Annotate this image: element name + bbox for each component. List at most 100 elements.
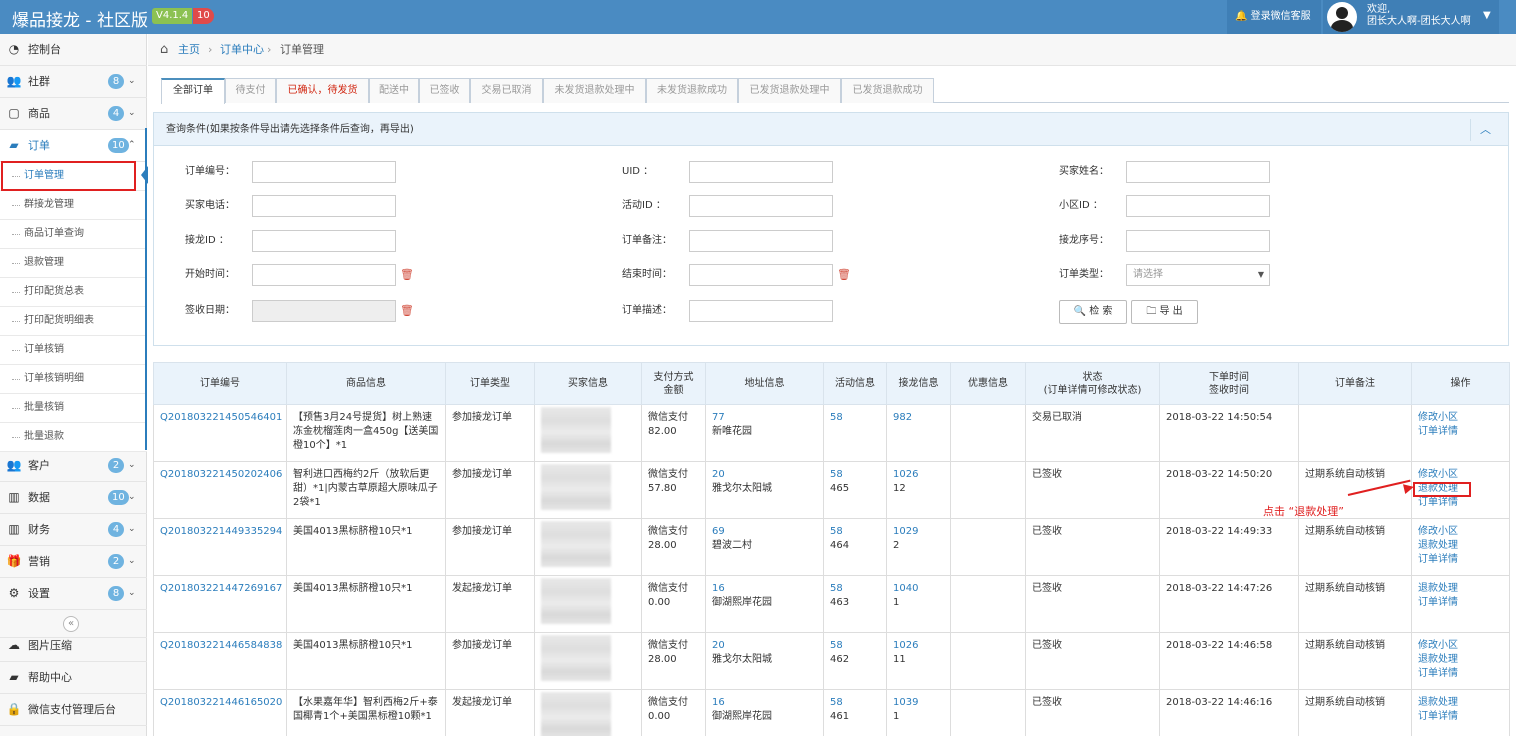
trash-icon[interactable]: 🗑 [837, 264, 851, 286]
tab-pending-payment[interactable]: 待支付 [225, 78, 276, 103]
jielong-id-label: 接龙ID ： [185, 235, 229, 246]
sidebar-sub-refund-management[interactable]: 退款管理 [0, 249, 147, 278]
order-detail-link[interactable]: 订单详情 [1418, 425, 1503, 439]
pay-amount: 82.00 [648, 426, 677, 437]
order-desc-input[interactable] [689, 300, 833, 322]
sidebar-item-marketing[interactable]: 🎁 营销 2 ⌄ [0, 546, 147, 578]
order-id-link[interactable]: Q201803221447269167 [160, 582, 282, 596]
sidebar-item-finance[interactable]: ▥ 财务 4 ⌄ [0, 514, 147, 546]
edit-community-link[interactable]: 修改小区 [1418, 639, 1503, 653]
export-button[interactable]: 🗀 导 出 [1131, 300, 1198, 324]
sidebar-sub-batch-refund[interactable]: 批量退款 [0, 423, 147, 452]
jielong-link[interactable]: 1039 [893, 696, 944, 710]
tab-signed[interactable]: 已签收 [419, 78, 470, 103]
tab-confirmed-to-ship[interactable]: 已确认，待发货 [276, 78, 369, 103]
buyer-phone-input[interactable] [252, 195, 396, 217]
uid-input[interactable] [689, 161, 833, 183]
search-button[interactable]: 🔍 检 索 [1059, 300, 1127, 324]
edit-community-link[interactable]: 修改小区 [1418, 411, 1503, 425]
order-detail-link[interactable]: 订单详情 [1418, 710, 1503, 724]
order-id-link[interactable]: Q201803221446584838 [160, 639, 282, 653]
sidebar-sub-batch-verify[interactable]: 批量核销 [0, 394, 147, 423]
edit-community-link[interactable]: 修改小区 [1418, 525, 1503, 539]
sidebar-sub-print-detail[interactable]: 打印配货明细表 [0, 307, 147, 336]
order-id-link[interactable]: Q201803221450202406 [160, 468, 282, 482]
community-id-input[interactable] [1126, 195, 1270, 217]
chevron-up-icon[interactable]: ︿ [1470, 119, 1500, 141]
refund-process-link[interactable]: 退款处理 [1418, 653, 1503, 667]
jielong-id-input[interactable] [252, 230, 396, 252]
address-no-link[interactable]: 16 [712, 696, 817, 710]
trash-icon[interactable]: 🗑 [400, 264, 414, 286]
sidebar-sub-group-jielong[interactable]: 群接龙管理 [0, 191, 147, 220]
sidebar-item-community[interactable]: 👥 社群 8 ⌄ [0, 66, 147, 98]
sidebar-item-customers[interactable]: 👥 客户 2 ⌄ [0, 450, 147, 482]
order-id-link[interactable]: Q201803221449335294 [160, 525, 282, 539]
jielong-link[interactable]: 1029 [893, 525, 944, 539]
home-icon[interactable]: ⌂ [160, 34, 168, 65]
tab-all-orders[interactable]: 全部订单 [161, 78, 225, 104]
sidebar-sub-verify-detail[interactable]: 订单核销明细 [0, 365, 147, 394]
order-remark-input[interactable] [689, 230, 833, 252]
order-detail-link[interactable]: 订单详情 [1418, 496, 1503, 510]
refund-process-link[interactable]: 退款处理 [1418, 582, 1503, 596]
sidebar-item-dashboard[interactable]: ◔ 控制台 [0, 34, 147, 66]
buyer-name-input[interactable] [1126, 161, 1270, 183]
sidebar-sub-goods-order-query[interactable]: 商品订单查询 [0, 220, 147, 249]
order-detail-link[interactable]: 订单详情 [1418, 596, 1503, 610]
tab-shipped-refund-success[interactable]: 已发货退款成功 [841, 78, 934, 103]
start-time-input[interactable] [252, 264, 396, 286]
brand-title[interactable]: 爆品接龙 - 社区版 [12, 6, 148, 31]
uid-label: UID ： [622, 166, 654, 177]
order-detail-link[interactable]: 订单详情 [1418, 553, 1503, 567]
pay-method: 微信支付 [648, 469, 688, 480]
sidebar-item-goods[interactable]: ▢ 商品 4 ⌄ [0, 98, 147, 130]
address-no-link[interactable]: 77 [712, 411, 817, 425]
jielong-link[interactable]: 982 [893, 411, 944, 425]
order-id-link[interactable]: Q201803221450546401 [160, 411, 282, 425]
address-no-link[interactable]: 16 [712, 582, 817, 596]
tab-unshipped-refund-success[interactable]: 未发货退款成功 [646, 78, 738, 103]
user-menu[interactable]: 欢迎, 团长大人啊-团长大人啊 ▼ [1323, 0, 1499, 34]
refund-process-link[interactable]: 退款处理 [1418, 539, 1503, 553]
jielong-link[interactable]: 1040 [893, 582, 944, 596]
sign-date-input[interactable] [252, 300, 396, 322]
order-detail-link[interactable]: 订单详情 [1418, 667, 1503, 681]
activity-link[interactable]: 58 [830, 696, 880, 710]
activity-link[interactable]: 58 [830, 639, 880, 653]
blurred-buyer-info [541, 464, 611, 510]
jielong-link[interactable]: 1026 [893, 639, 944, 653]
activity-link[interactable]: 58 [830, 525, 880, 539]
order-type-select[interactable]: 请选择 ▼ [1126, 264, 1270, 286]
address-no-link[interactable]: 20 [712, 639, 817, 653]
sidebar-item-orders[interactable]: ▰ 订单 10 ⌃ [0, 130, 147, 162]
trash-icon[interactable]: 🗑 [400, 300, 414, 322]
breadcrumb-order-center[interactable]: 订单中心 [220, 34, 264, 65]
tab-unshipped-refund-processing[interactable]: 未发货退款处理中 [543, 78, 646, 103]
edit-community-link[interactable]: 修改小区 [1418, 468, 1503, 482]
sidebar-item-settings[interactable]: ⚙ 设置 8 ⌄ [0, 578, 147, 610]
order-no-input[interactable] [252, 161, 396, 183]
activity-link[interactable]: 58 [830, 468, 880, 482]
activity-id-input[interactable] [689, 195, 833, 217]
refund-process-link[interactable]: 退款处理 [1418, 696, 1503, 710]
tab-cancelled[interactable]: 交易已取消 [470, 78, 543, 103]
tab-delivering[interactable]: 配送中 [369, 78, 419, 103]
jielong-link[interactable]: 1026 [893, 468, 944, 482]
login-wechat-service-button[interactable]: 🔔 登录微信客服 [1227, 0, 1321, 34]
sidebar-sub-print-summary[interactable]: 打印配货总表 [0, 278, 147, 307]
address-no-link[interactable]: 69 [712, 525, 817, 539]
sidebar-sub-order-verify[interactable]: 订单核销 [0, 336, 147, 365]
breadcrumb-home[interactable]: 主页 [178, 34, 200, 65]
jielong-seq-input[interactable] [1126, 230, 1270, 252]
activity-link[interactable]: 58 [830, 411, 880, 425]
sidebar-item-image-compress[interactable]: ☁ 图片压缩 [0, 630, 147, 662]
sidebar-item-data[interactable]: ▥ 数据 10 ⌄ [0, 482, 147, 514]
tab-shipped-refund-processing[interactable]: 已发货退款处理中 [738, 78, 841, 103]
sidebar-item-wechat-pay-admin[interactable]: 🔒 微信支付管理后台 [0, 694, 147, 726]
address-no-link[interactable]: 20 [712, 468, 817, 482]
end-time-input[interactable] [689, 264, 833, 286]
sidebar-item-help-center[interactable]: ▰ 帮助中心 [0, 662, 147, 694]
activity-link[interactable]: 58 [830, 582, 880, 596]
order-id-link[interactable]: Q201803221446165020 [160, 696, 282, 710]
